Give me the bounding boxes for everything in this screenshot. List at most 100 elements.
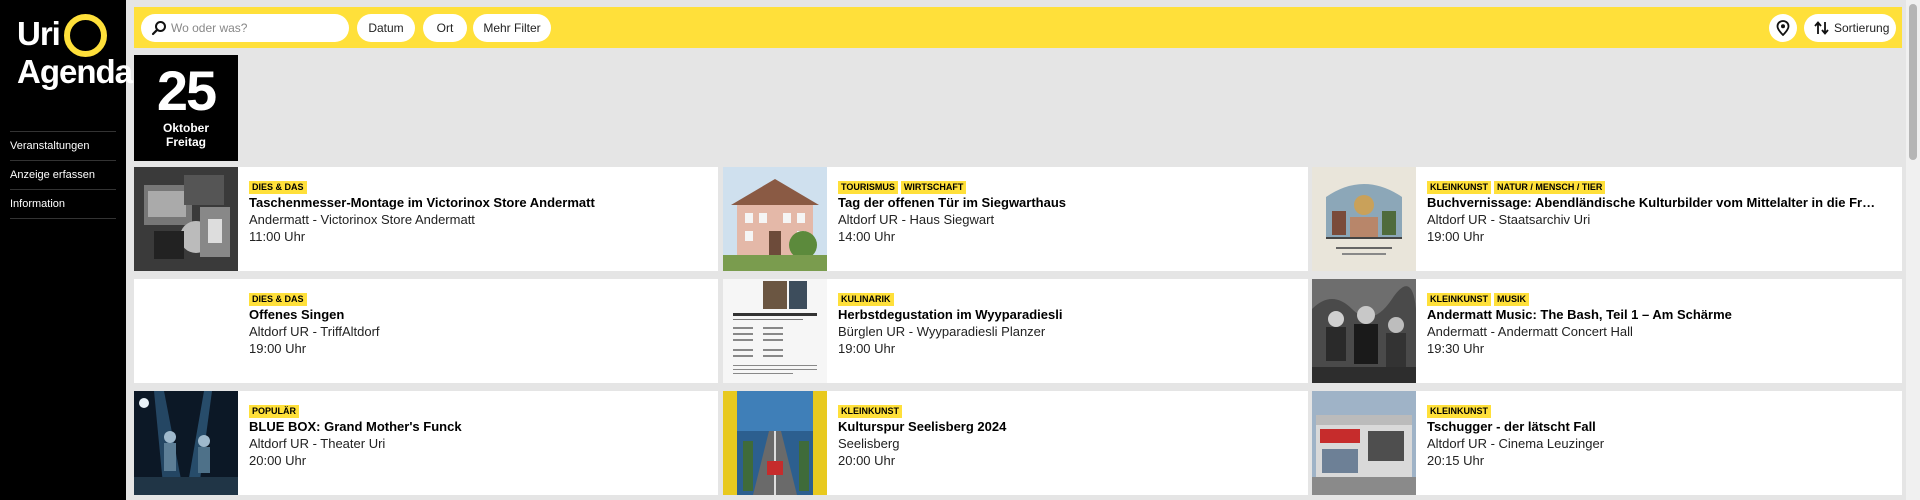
event-time: 20:00 Uhr xyxy=(249,453,307,468)
category-tag: DIES & DAS xyxy=(249,293,307,306)
event-info: TOURISMUS WIRTSCHAFT Tag der offenen Tür i… xyxy=(838,177,1300,245)
event-location: Andermatt - Andermatt Concert Hall xyxy=(1427,324,1633,339)
event-card[interactable]: KLEINKUNST MUSIK Andermatt Music: The Bash… xyxy=(1312,279,1902,383)
event-card[interactable]: KULINARIK Herbstdegustation im Wyyparadie… xyxy=(723,279,1308,383)
category-tag: KLEINKUNST xyxy=(1427,293,1491,306)
event-thumbnail[interactable] xyxy=(134,391,238,495)
event-location: Altdorf UR - Haus Siegwart xyxy=(838,212,995,227)
event-info: KLEINKUNST NATUR / MENSCH / TIER Buchverni… xyxy=(1427,177,1894,245)
scrollbar-thumb[interactable] xyxy=(1909,4,1917,160)
event-tags: DIES & DAS xyxy=(249,177,710,194)
location-pin-icon xyxy=(1776,20,1790,36)
sort-arrows-icon xyxy=(1814,21,1829,35)
event-info: DIES & DAS Taschenmesser-Montage im Victo… xyxy=(249,177,710,245)
scrollbar[interactable] xyxy=(1906,0,1920,500)
search-box[interactable] xyxy=(141,14,349,42)
event-card[interactable]: TOURISMUS WIRTSCHAFT Tag der offenen Tür i… xyxy=(723,167,1308,271)
category-tag: TOURISMUS xyxy=(838,181,898,194)
sidebar-nav: Veranstaltungen Anzeige erfassen Informa… xyxy=(10,131,116,219)
event-info: KULINARIK Herbstdegustation im Wyyparadie… xyxy=(838,289,1300,357)
event-time: 14:00 Uhr xyxy=(838,229,896,244)
event-tags: DIES & DAS xyxy=(249,289,710,306)
event-card[interactable]: DIES & DAS Taschenmesser-Montage im Victo… xyxy=(134,167,718,271)
logo-ring-icon xyxy=(64,14,107,57)
category-tag: NATUR / MENSCH / TIER xyxy=(1494,181,1606,194)
event-thumbnail[interactable] xyxy=(1312,391,1416,495)
event-card[interactable]: KLEINKUNST Kulturspur Seelisberg 2024 Seel… xyxy=(723,391,1308,495)
event-time: 20:15 Uhr xyxy=(1427,453,1485,468)
event-time: 19:00 Uhr xyxy=(249,341,307,356)
event-title[interactable]: BLUE BOX: Grand Mother's Funck xyxy=(249,418,710,435)
event-info: KLEINKUNST MUSIK Andermatt Music: The Bash… xyxy=(1427,289,1894,357)
event-location: Altdorf UR - Cinema Leuzinger xyxy=(1427,436,1605,451)
event-title[interactable]: Kulturspur Seelisberg 2024 xyxy=(838,418,1300,435)
event-title[interactable]: Buchvernissage: Abendländische Kulturbil… xyxy=(1427,194,1894,211)
date-day: 25 xyxy=(156,59,217,122)
search-input[interactable] xyxy=(171,18,341,38)
event-tags: KLEINKUNST xyxy=(1427,401,1894,418)
event-thumbnail[interactable] xyxy=(134,279,238,383)
event-info: POPULÄR BLUE BOX: Grand Mother's Funck Alt… xyxy=(249,401,710,469)
filter-ort-button[interactable]: Ort xyxy=(423,14,467,42)
event-tags: POPULÄR xyxy=(249,401,710,418)
category-tag: DIES & DAS xyxy=(249,181,307,194)
event-time: 11:00 Uhr xyxy=(249,229,306,244)
sidebar-item-information[interactable]: Information xyxy=(10,190,116,219)
event-thumbnail[interactable] xyxy=(723,391,827,495)
event-tags: TOURISMUS WIRTSCHAFT xyxy=(838,177,1300,194)
event-info: KLEINKUNST Tschugger - der lätscht Fall Al… xyxy=(1427,401,1894,469)
event-location: Altdorf UR - Staatsarchiv Uri xyxy=(1427,212,1591,227)
event-tags: KLEINKUNST xyxy=(838,401,1300,418)
event-card[interactable]: KLEINKUNST NATUR / MENSCH / TIER Buchverni… xyxy=(1312,167,1902,271)
event-location: Seelisberg xyxy=(838,436,900,451)
event-time: 19:30 Uhr xyxy=(1427,341,1485,356)
uri-agenda-logo[interactable]: Uri Agenda xyxy=(17,12,133,92)
event-title[interactable]: Taschenmesser-Montage im Victorinox Stor… xyxy=(249,194,710,211)
event-tags: KLEINKUNST NATUR / MENSCH / TIER xyxy=(1427,177,1894,194)
event-title[interactable]: Offenes Singen xyxy=(249,306,710,323)
category-tag: MUSIK xyxy=(1494,293,1529,306)
event-time: 19:00 Uhr xyxy=(838,341,896,356)
event-thumbnail[interactable] xyxy=(1312,167,1416,271)
event-tags: KULINARIK xyxy=(838,289,1300,306)
logo-text-agenda: Agenda xyxy=(17,53,133,90)
category-tag: KLEINKUNST xyxy=(1427,181,1491,194)
event-thumbnail[interactable] xyxy=(723,167,827,271)
sidebar-item-veranstaltungen[interactable]: Veranstaltungen xyxy=(10,132,116,161)
date-month: Oktober xyxy=(162,121,209,135)
event-title[interactable]: Tag der offenen Tür im Siegwarthaus xyxy=(838,194,1300,211)
event-thumbnail[interactable] xyxy=(134,167,238,271)
date-block: 25 Oktober Freitag xyxy=(134,55,238,161)
category-tag: KULINARIK xyxy=(838,293,894,306)
event-card[interactable]: KLEINKUNST Tschugger - der lätscht Fall Al… xyxy=(1312,391,1902,495)
category-tag: WIRTSCHAFT xyxy=(900,181,967,194)
event-title[interactable]: Andermatt Music: The Bash, Teil 1 – Am S… xyxy=(1427,306,1894,323)
event-location: Andermatt - Victorinox Store Andermatt xyxy=(249,212,475,227)
event-location: Bürglen UR - Wyyparadiesli Planzer xyxy=(838,324,1046,339)
event-title[interactable]: Herbstdegustation im Wyyparadiesli xyxy=(838,306,1300,323)
event-tags: KLEINKUNST MUSIK xyxy=(1427,289,1894,306)
event-card[interactable]: POPULÄR BLUE BOX: Grand Mother's Funck Alt… xyxy=(134,391,718,495)
event-time: 19:00 Uhr xyxy=(1427,229,1485,244)
category-tag: KLEINKUNST xyxy=(838,405,902,418)
sidebar: Uri Agenda Veranstaltungen Anzeige erfas… xyxy=(0,0,133,500)
filter-bar: Datum Ort Mehr Filter Sortierung xyxy=(134,7,1902,48)
date-weekday: Freitag xyxy=(165,135,206,149)
event-thumbnail[interactable] xyxy=(723,279,827,383)
event-info: DIES & DAS Offenes Singen Altdorf UR - Tri… xyxy=(249,289,710,357)
event-location: Altdorf UR - TriffAltdorf xyxy=(249,324,380,339)
search-icon xyxy=(151,21,166,36)
more-filters-button[interactable]: Mehr Filter xyxy=(473,14,551,42)
location-button[interactable] xyxy=(1769,14,1797,42)
logo-text-uri: Uri xyxy=(17,15,61,52)
event-card[interactable]: DIES & DAS Offenes Singen Altdorf UR - Tri… xyxy=(134,279,718,383)
event-location: Altdorf UR - Theater Uri xyxy=(249,436,386,451)
sidebar-item-anzeige-erfassen[interactable]: Anzeige erfassen xyxy=(10,161,116,190)
event-info: KLEINKUNST Kulturspur Seelisberg 2024 Seel… xyxy=(838,401,1300,469)
event-thumbnail[interactable] xyxy=(1312,279,1416,383)
filter-datum-button[interactable]: Datum xyxy=(357,14,415,42)
event-title[interactable]: Tschugger - der lätscht Fall xyxy=(1427,418,1894,435)
sort-button[interactable]: Sortierung xyxy=(1804,14,1896,42)
category-tag: POPULÄR xyxy=(249,405,300,418)
event-time: 20:00 Uhr xyxy=(838,453,896,468)
